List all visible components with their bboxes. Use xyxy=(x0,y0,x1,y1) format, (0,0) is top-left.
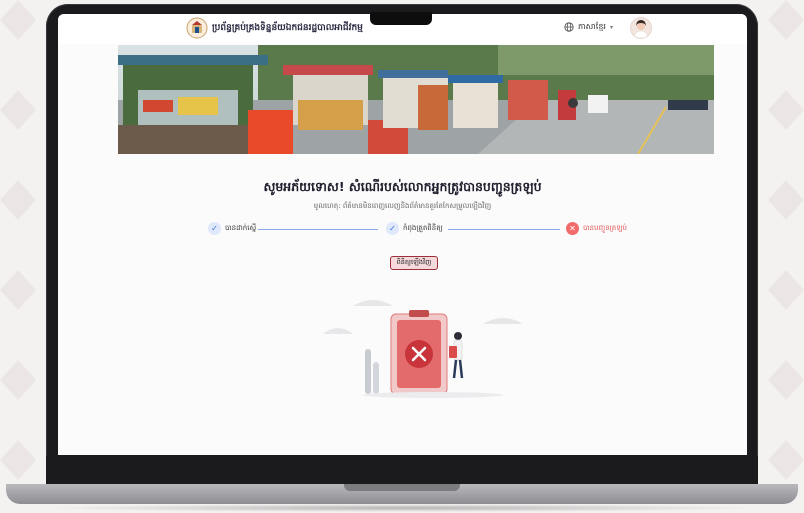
camera-notch xyxy=(370,12,432,25)
rejected-document-illustration xyxy=(323,300,523,398)
step-submitted: ✓ បានដាក់ស្នើ xyxy=(208,222,256,235)
language-selector[interactable]: ភាសាខ្មែរ ▾ xyxy=(564,21,613,33)
ministry-logo-icon[interactable] xyxy=(186,17,208,39)
app-title: ប្រព័ន្ធគ្រប់គ្រងទិន្នន័យឯកជនរដ្ឋបាលអាជី… xyxy=(212,23,363,33)
step-label: កំពុងត្រួតពិនិត្យ xyxy=(403,223,443,232)
step-reviewing: ✓ កំពុងត្រួតពិនិត្យ xyxy=(386,222,443,235)
laptop-base-groove xyxy=(344,484,460,491)
laptop-chin xyxy=(46,456,758,484)
review-again-button[interactable]: ពិនិត្យឡើងវិញ xyxy=(390,256,438,270)
street-market-photo xyxy=(118,45,714,154)
step-connector xyxy=(258,229,378,230)
result-headline: សូមអភ័យទោស! សំណើរបស់លោកអ្នកត្រូវបានបញ្ជូ… xyxy=(263,179,542,194)
app-screen: ប្រព័ន្ធគ្រប់គ្រងទិន្នន័យឯកជនរដ្ឋបាលអាជី… xyxy=(58,14,747,455)
user-photo-icon xyxy=(633,20,649,38)
globe-icon xyxy=(564,22,574,32)
close-icon: ✕ xyxy=(566,222,579,235)
rejection-reason: មូលហេតុ: ព័ត៌មានមិនពេញលេញនិងព័ត៌មានគួរតែ… xyxy=(313,202,492,210)
step-label: បានដាក់ស្នើ xyxy=(225,223,257,232)
check-icon: ✓ xyxy=(386,222,399,235)
progress-stepper: ✓ បានដាក់ស្នើ ✓ កំពុងត្រួតពិនិត្យ ✕ បានប… xyxy=(208,222,628,240)
step-label: បានបញ្ជូនត្រឡប់ xyxy=(583,223,627,232)
check-icon: ✓ xyxy=(208,222,221,235)
chevron-down-icon: ▾ xyxy=(609,23,613,31)
user-avatar[interactable] xyxy=(630,17,652,39)
laptop-shadow xyxy=(40,504,764,512)
step-returned: ✕ បានបញ្ជូនត្រឡប់ xyxy=(566,222,627,235)
step-connector xyxy=(448,229,560,230)
banner-image xyxy=(118,45,714,154)
language-label: ភាសាខ្មែរ xyxy=(578,22,606,31)
